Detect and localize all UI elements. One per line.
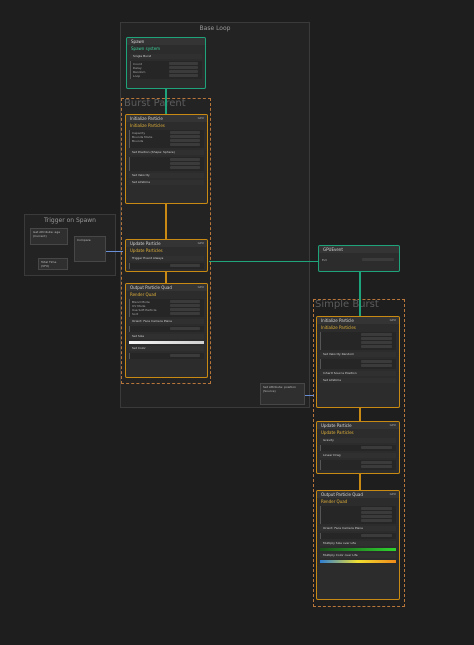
field-row[interactable] [132, 354, 202, 358]
block-body: Blend Mode UV Mode Use Soft Particle Sor… [129, 299, 204, 317]
block-body [320, 359, 396, 369]
curve-preview[interactable] [129, 341, 204, 344]
block-header[interactable]: Orient: Face Camera Plane [129, 319, 204, 324]
system-label: Simple Burst [315, 299, 379, 310]
block-body [320, 445, 396, 451]
block-header[interactable]: Set Lifetime [129, 180, 204, 185]
block-body [129, 157, 204, 171]
field-row[interactable] [323, 519, 394, 523]
field-row[interactable] [132, 166, 202, 170]
node-title: GPUEvent [323, 247, 343, 252]
node-title: Update Particle [130, 241, 161, 246]
total-time-node[interactable]: Total Time (VFX) [38, 258, 68, 270]
field-row[interactable]: Sort [132, 312, 202, 316]
flow-wire [165, 204, 167, 239]
node-title: Output Particle Quad [321, 492, 363, 497]
node-header: Output Particle Quad GPU [317, 491, 399, 498]
block-body [320, 506, 396, 524]
context-title: Spawn system [131, 46, 161, 51]
field-row[interactable] [132, 143, 202, 147]
field-row[interactable] [132, 264, 202, 268]
block-body [129, 263, 204, 269]
event-wire [209, 261, 318, 262]
spawn-node[interactable]: Spawn Spawn system Single Burst Count De… [126, 37, 206, 89]
block-header[interactable]: Set Velocity Random [320, 352, 396, 357]
node-header: Update Particle GPU [126, 240, 207, 247]
field-row[interactable] [323, 465, 394, 469]
node-title: Initialize Particle [321, 318, 354, 323]
field-row[interactable] [323, 345, 394, 349]
node-header: Spawn [127, 38, 205, 45]
group-title: Trigger on Spawn [44, 217, 96, 224]
compare-node[interactable]: Compare [74, 236, 106, 262]
block-header[interactable]: Set Lifetime [320, 378, 396, 383]
block-body [320, 533, 396, 539]
block-header[interactable]: Inherit Source Position [320, 371, 396, 376]
node-title: Get Attribute: age (Current) [33, 230, 61, 238]
context-title: Render Quad [130, 292, 157, 297]
context-title: Update Particles [130, 248, 163, 253]
block-header[interactable]: Set Size [129, 334, 204, 339]
field-row[interactable]: Evt [322, 258, 396, 262]
flow-wire [359, 271, 361, 316]
flow-wire [165, 88, 167, 114]
block-body [129, 353, 204, 359]
block-body [320, 460, 396, 470]
flow-wire [359, 474, 361, 490]
group-title: Base Loop [199, 25, 231, 32]
node-header: GPUEvent [319, 246, 399, 253]
field-row[interactable] [323, 534, 394, 538]
node-header: Initialize Particle GPU [317, 317, 399, 324]
block-body: Capacity Bounds Mode Bounds [129, 130, 204, 148]
block-header[interactable]: Set Velocity [129, 173, 204, 178]
block-header[interactable]: Set Position (Shape: Sphere) [129, 150, 204, 155]
block-header[interactable]: Set Color [129, 346, 204, 351]
context-title: Render Quad [321, 499, 348, 504]
node-title: Update Particle [321, 423, 352, 428]
field-row[interactable] [323, 446, 394, 450]
node-title: Set Attribute: position (Source) [263, 385, 296, 393]
node-header: Initialize Particle GPU [126, 115, 207, 122]
block-body: Count Delay Random Loop [130, 61, 202, 79]
field-row[interactable] [323, 364, 394, 368]
update-particle-node[interactable]: Update Particle GPU Update Particles Grav… [316, 421, 400, 474]
block-body [320, 332, 396, 350]
block-body [129, 326, 204, 332]
block-header[interactable]: Orient: Face Camera Plane [320, 526, 396, 531]
node-title: Total Time (VFX) [41, 260, 57, 268]
node-header: Update Particle GPU [317, 422, 399, 429]
initialize-particle-node[interactable]: Initialize Particle GPU Initialize Partic… [316, 316, 400, 408]
block-header[interactable]: Multiply Color over Life [320, 553, 396, 558]
block-header[interactable]: Linear Drag [320, 453, 396, 458]
block-header[interactable]: Multiply Size over Life [320, 541, 396, 546]
output-particle-quad-node[interactable]: Output Particle Quad GPU Render Quad Orie… [316, 490, 400, 600]
get-attribute-node[interactable]: Get Attribute: age (Current) [30, 228, 68, 245]
gpu-event-node[interactable]: GPUEvent Evt [318, 245, 400, 272]
block-header[interactable]: Gravity [320, 438, 396, 443]
context-title: Update Particles [321, 430, 354, 435]
curve-preview[interactable] [320, 548, 396, 551]
node-header: Output Particle Quad GPU [126, 284, 207, 291]
output-particle-quad-node[interactable]: Output Particle Quad GPU Render Quad Blen… [125, 283, 208, 378]
set-attribute-node[interactable]: Set Attribute: position (Source) [260, 383, 305, 405]
node-title: Initialize Particle [130, 116, 163, 121]
update-particle-node[interactable]: Update Particle GPU Update Particles Trig… [125, 239, 208, 272]
node-title: Compare [77, 238, 91, 242]
node-title: Output Particle Quad [130, 285, 172, 290]
block-header[interactable]: Single Burst [130, 54, 202, 59]
gradient-preview[interactable] [320, 560, 396, 563]
context-title: Initialize Particles [321, 325, 356, 330]
block-header[interactable]: Trigger Event Always [129, 256, 204, 261]
context-title: Initialize Particles [130, 123, 165, 128]
field-row[interactable] [132, 327, 202, 331]
field-row[interactable]: Loop [133, 74, 200, 78]
system-label: Burst Parent [124, 98, 186, 109]
flow-wire [359, 408, 361, 421]
initialize-particle-node[interactable]: Initialize Particle GPU Initialize Partic… [125, 114, 208, 204]
node-title: Spawn [131, 39, 145, 44]
